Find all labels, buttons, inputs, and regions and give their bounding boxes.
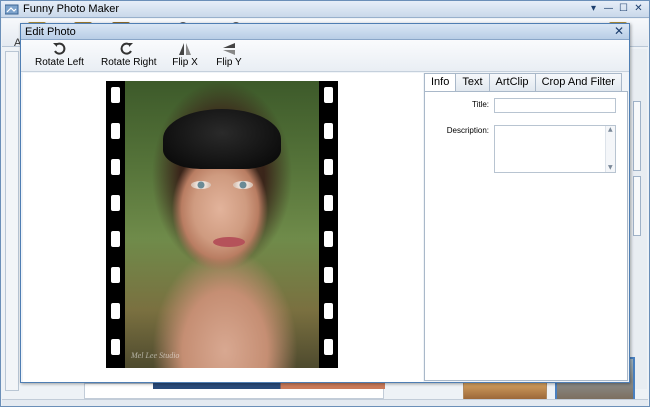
film-hole	[324, 87, 333, 103]
status-bar	[2, 399, 648, 406]
info-tab-content: Title: Description: ▲ ▼	[424, 91, 628, 381]
scroll-up-icon[interactable]: ▲	[608, 126, 613, 133]
rotate-right-label: Rotate Right	[101, 57, 157, 68]
rotate-right-icon	[120, 42, 133, 55]
maximize-button[interactable]: ☐	[617, 2, 630, 16]
properties-panel: Info Text ArtClip Crop And Filter Title:…	[424, 73, 628, 382]
close-button[interactable]: ✕	[632, 2, 645, 16]
film-hole	[324, 231, 333, 247]
app-title: Funny Photo Maker	[23, 3, 119, 15]
flip-x-button[interactable]: Flip X	[171, 42, 199, 70]
photo-preview[interactable]: Mel Lee Studio	[106, 81, 338, 368]
page-preview-image	[153, 383, 385, 389]
film-hole	[111, 303, 120, 319]
eye-right	[233, 181, 253, 189]
right-panel-box	[633, 176, 641, 236]
dialog-titlebar[interactable]: Edit Photo ✕	[21, 24, 629, 40]
film-hole	[324, 303, 333, 319]
rotate-left-label: Rotate Left	[35, 57, 84, 68]
album-panel	[5, 51, 19, 391]
tab-crop-and-filter[interactable]: Crop And Filter	[534, 73, 622, 91]
photo-watermark: Mel Lee Studio	[131, 351, 180, 360]
right-panel-box	[633, 101, 641, 171]
description-input[interactable]	[494, 125, 616, 173]
flip-horizontal-icon	[179, 43, 191, 55]
film-strip-left	[106, 81, 125, 368]
rotate-left-icon	[53, 42, 66, 55]
film-hole	[324, 159, 333, 175]
edit-photo-dialog: Edit Photo ✕ Rotate Left Rotate Right Fl…	[20, 23, 630, 383]
film-hole	[324, 123, 333, 139]
property-tabs: Info Text ArtClip Crop And Filter	[424, 73, 622, 92]
film-hole	[324, 195, 333, 211]
flip-vertical-icon	[223, 43, 235, 55]
app-titlebar[interactable]: Funny Photo Maker ▾ — ☐ ✕	[1, 1, 649, 18]
scroll-down-icon[interactable]: ▼	[608, 164, 613, 171]
rotate-right-button[interactable]: Rotate Right	[101, 42, 157, 70]
film-hole	[111, 267, 120, 283]
window-controls: ▾ — ☐ ✕	[587, 2, 645, 16]
edit-toolbar: Rotate Left Rotate Right Flip X Flip Y	[21, 40, 629, 72]
film-hole	[111, 87, 120, 103]
minimize-button[interactable]: —	[602, 2, 615, 16]
flip-y-label: Flip Y	[216, 57, 242, 68]
flip-y-button[interactable]: Flip Y	[215, 42, 243, 70]
film-hole	[324, 339, 333, 355]
film-strip-right	[319, 81, 338, 368]
title-label: Title:	[471, 100, 489, 109]
eye-left	[191, 181, 211, 189]
menu-dropdown-icon[interactable]: ▾	[587, 2, 600, 16]
app-logo-icon	[5, 4, 19, 15]
film-hole	[324, 267, 333, 283]
flip-x-label: Flip X	[172, 57, 198, 68]
description-label: Description:	[446, 126, 489, 135]
description-scrollbar[interactable]: ▲ ▼	[605, 126, 615, 172]
film-hole	[111, 195, 120, 211]
film-hole	[111, 339, 120, 355]
rotate-left-button[interactable]: Rotate Left	[35, 42, 84, 70]
tab-info[interactable]: Info	[424, 73, 457, 92]
tab-text[interactable]: Text	[455, 73, 490, 91]
lips	[213, 237, 245, 247]
dialog-title: Edit Photo	[25, 26, 76, 38]
film-hole	[111, 159, 120, 175]
tab-artclip[interactable]: ArtClip	[488, 73, 536, 91]
portrait-image: Mel Lee Studio	[125, 81, 319, 368]
dialog-close-icon[interactable]: ✕	[614, 24, 624, 39]
title-input[interactable]	[494, 98, 616, 113]
film-hole	[111, 123, 120, 139]
headband	[163, 109, 281, 169]
photo-canvas: Mel Lee Studio	[23, 73, 423, 382]
film-hole	[111, 231, 120, 247]
